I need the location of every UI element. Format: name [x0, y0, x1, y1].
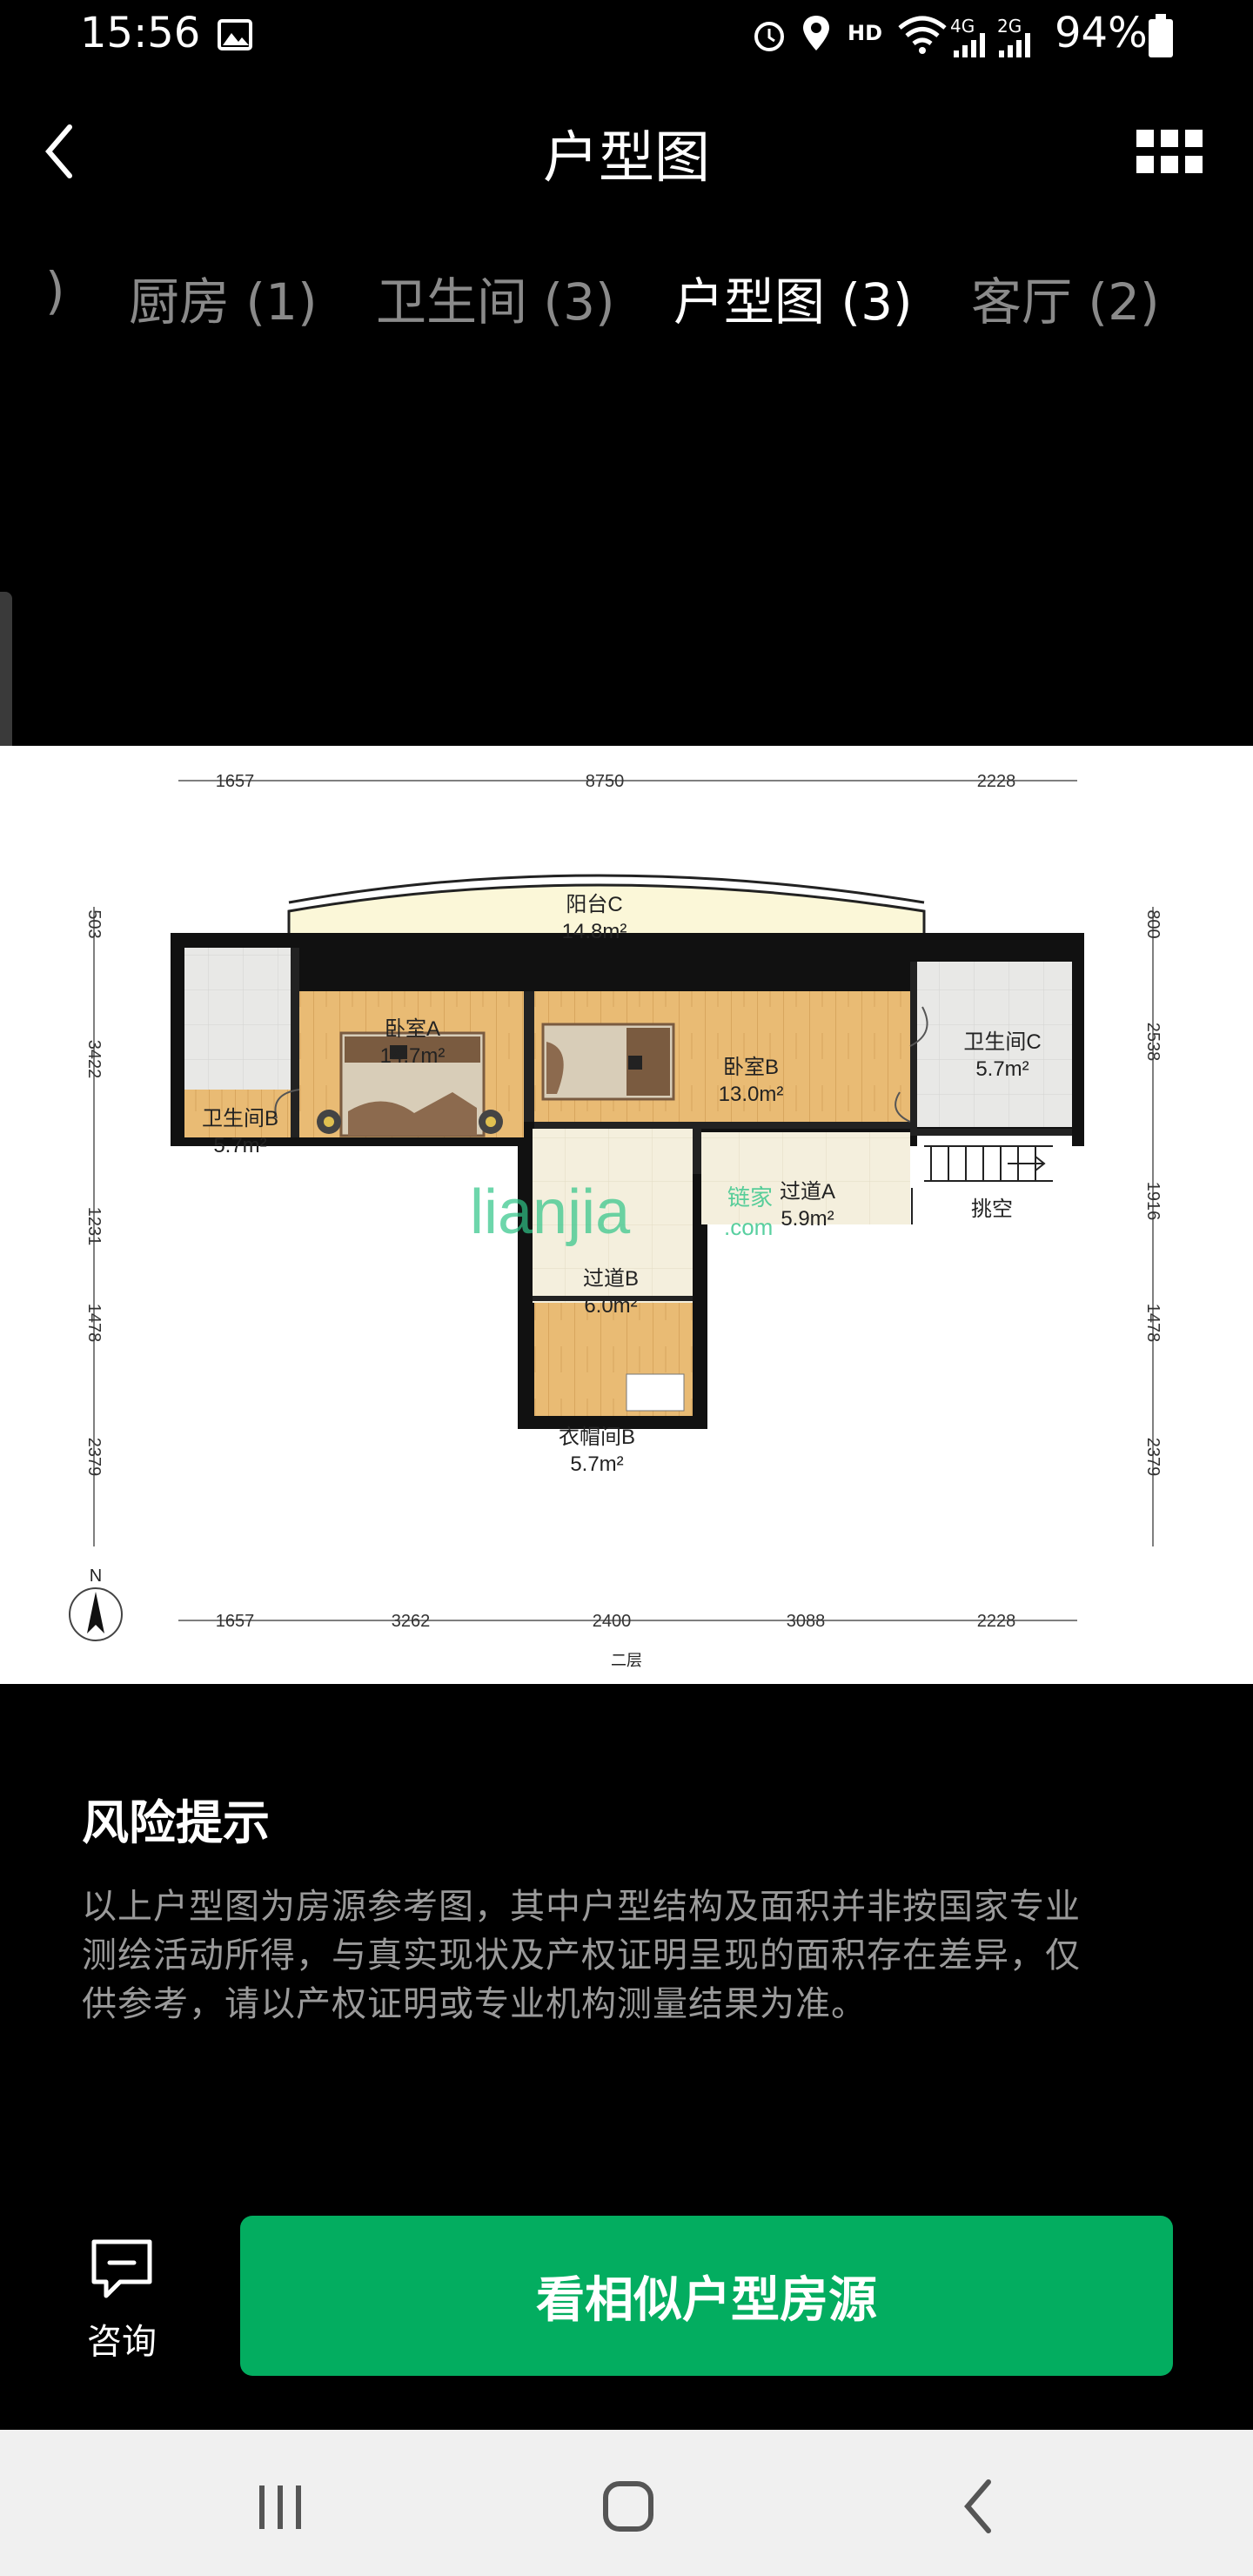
dim-left-2: 3422 [84, 1040, 104, 1079]
dim-bottom-1: 1657 [216, 1612, 255, 1631]
room-bedroom-a-name: 卧室A [385, 1017, 440, 1041]
wifi-icon [898, 16, 947, 54]
room-corridor-b-name: 过道B [583, 1267, 639, 1291]
dim-right-4: 1478 [1143, 1304, 1163, 1343]
floorplan-drawing: 1657 8750 2228 1657 3262 2400 3088 2228 … [69, 772, 1163, 1669]
room-bathroom-c-area: 5.7m² [975, 1057, 1029, 1081]
dim-bottom-5: 2228 [977, 1612, 1016, 1631]
tab-floorplan[interactable]: 户型图 (3) [673, 261, 913, 334]
watermark-logo: lianjia [470, 1177, 631, 1247]
risk-text-line-1: 以上户型图为房源参考图，其中户型结构及面积并非按国家专业 [82, 1887, 1081, 1927]
room-bedroom-b-area: 13.0m² [719, 1083, 784, 1106]
dim-left-1: 503 [84, 909, 104, 938]
room-void-name: 挑空 [971, 1197, 1013, 1221]
dim-bottom-4: 3088 [787, 1612, 826, 1631]
watermark-cn: 链家 [727, 1184, 773, 1211]
room-corridor-a-area: 5.9m² [781, 1207, 834, 1231]
battery-percent: 94% [1055, 9, 1148, 57]
recent-apps-icon [259, 2485, 301, 2529]
signal-4g-icon [954, 33, 985, 57]
floor-level-label: 二层 [611, 1652, 642, 1669]
compass-icon [69, 1587, 123, 1641]
dim-right-1: 800 [1143, 909, 1163, 938]
dim-top-1: 1657 [216, 772, 255, 791]
room-bedroom-a-area: 14.7m² [380, 1044, 446, 1068]
alarm-icon [754, 22, 784, 51]
consult-button[interactable]: 咨询 [61, 2237, 183, 2367]
signal-2g-icon [999, 33, 1030, 57]
page-title: 户型图 [543, 126, 710, 191]
similar-floorplan-button[interactable]: 看相似户型房源 [240, 2216, 1173, 2376]
risk-text: 以上户型图为房源参考图，其中户型结构及面积并非按国家专业 测绘活动所得，与真实现… [82, 1882, 1178, 2029]
dim-top-2: 8750 [586, 772, 625, 791]
gallery-icon [218, 19, 252, 50]
battery-icon [1149, 14, 1173, 57]
grid-icon [1136, 130, 1203, 173]
risk-text-line-3: 供参考，请以产权证明或专业机构测量结果为准。 [82, 1984, 867, 2024]
dim-right-5: 2379 [1143, 1438, 1163, 1477]
room-bathroom-b-name: 卫生间B [202, 1107, 278, 1130]
grid-view-button[interactable] [1131, 126, 1209, 178]
watermark-com: .com [724, 1214, 773, 1240]
tab-strip: ) 厨房 (1) 卫生间 (3) 户型图 (3) 客厅 (2) [0, 261, 1253, 357]
tab-bathroom[interactable]: 卫生间 (3) [376, 261, 615, 334]
room-bathroom-c-name: 卫生间C [963, 1030, 1041, 1054]
consult-label: 咨询 [87, 2322, 157, 2362]
status-time: 15:56 [80, 9, 201, 57]
room-cloakroom-b-area: 5.7m² [570, 1452, 623, 1476]
hd-badge: HD [848, 21, 883, 45]
dim-top-3: 2228 [977, 772, 1016, 791]
dim-left-5: 2379 [84, 1438, 104, 1477]
room-corridor-b-area: 6.0m² [584, 1294, 637, 1318]
room-bedroom-b-name: 卧室B [723, 1056, 779, 1079]
dim-left-4: 1478 [84, 1304, 104, 1343]
dim-bottom-2: 3262 [392, 1612, 431, 1631]
risk-text-line-2: 测绘活动所得，与真实现状及产权证明呈现的面积存在差异，仅 [82, 1935, 1081, 1976]
room-balcony-c-name: 阳台C [566, 893, 622, 916]
tab-living-room[interactable]: 客厅 (2) [971, 261, 1160, 334]
dim-left-3: 1231 [84, 1207, 104, 1246]
location-icon [803, 16, 829, 50]
dim-right-2: 2538 [1143, 1023, 1163, 1062]
room-corridor-a-name: 过道A [780, 1180, 835, 1204]
room-bathroom-b-area: 5.7m² [213, 1134, 266, 1157]
system-back-button[interactable] [928, 2465, 1032, 2543]
chat-icon [91, 2239, 152, 2298]
floorplan-image[interactable]: 1657 8750 2228 1657 3262 2400 3088 2228 … [0, 746, 1253, 1684]
system-nav-bar [0, 2430, 1253, 2576]
room-balcony-c-area: 14.8m² [562, 920, 627, 943]
recent-apps-button[interactable] [228, 2465, 332, 2543]
dim-bottom-3: 2400 [593, 1612, 632, 1631]
tab-previous-partial[interactable]: ) [45, 261, 65, 320]
room-cloakroom-b-name: 衣帽间B [559, 1426, 635, 1449]
risk-title: 风险提示 [82, 1795, 270, 1850]
status-bar: 15:56 HD 4G 2G 94% [0, 0, 1253, 70]
home-icon [603, 2481, 653, 2532]
tab-kitchen[interactable]: 厨房 (1) [129, 261, 318, 334]
compass-label: N [90, 1566, 102, 1586]
back-arrow-icon [964, 2479, 991, 2533]
dim-right-3: 1916 [1143, 1182, 1163, 1221]
home-button[interactable] [576, 2465, 680, 2543]
